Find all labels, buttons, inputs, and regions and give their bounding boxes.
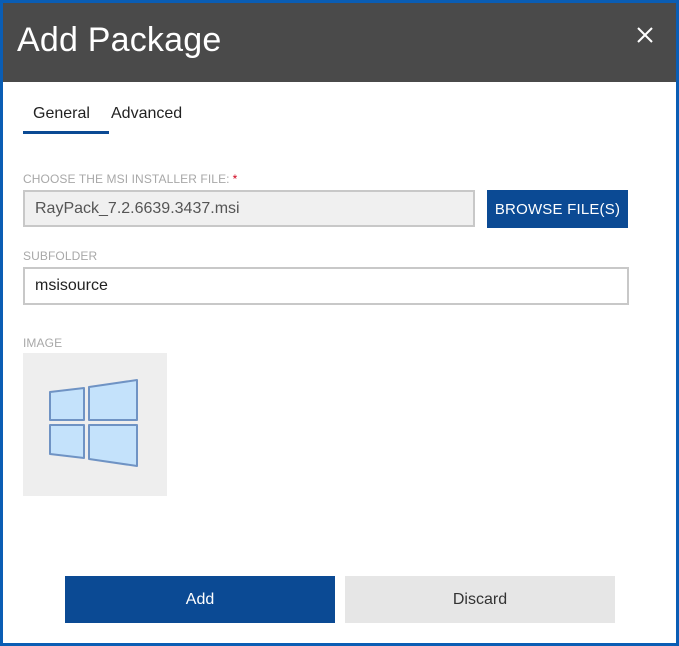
msi-file-label: CHOOSE THE MSI INSTALLER FILE: * [23,172,237,186]
package-image[interactable] [23,353,167,496]
dialog-title: Add Package [17,21,222,59]
discard-button[interactable]: Discard [345,576,615,623]
tab-advanced[interactable]: Advanced [107,103,186,131]
add-button[interactable]: Add [65,576,335,623]
dialog-titlebar: Add Package [3,3,676,82]
windows-logo-icon [49,379,138,467]
msi-file-field[interactable] [23,190,475,227]
image-label: IMAGE [23,336,63,350]
add-package-dialog: Add Package General Advanced CHOOSE THE … [0,0,679,646]
msi-file-label-text: CHOOSE THE MSI INSTALLER FILE: [23,172,230,186]
close-icon[interactable] [633,23,657,47]
subfolder-label: SUBFOLDER [23,249,98,263]
browse-files-button[interactable]: BROWSE FILE(S) [487,190,628,228]
subfolder-field[interactable] [23,267,629,305]
required-marker: * [232,172,238,186]
tab-general[interactable]: General [23,103,109,134]
